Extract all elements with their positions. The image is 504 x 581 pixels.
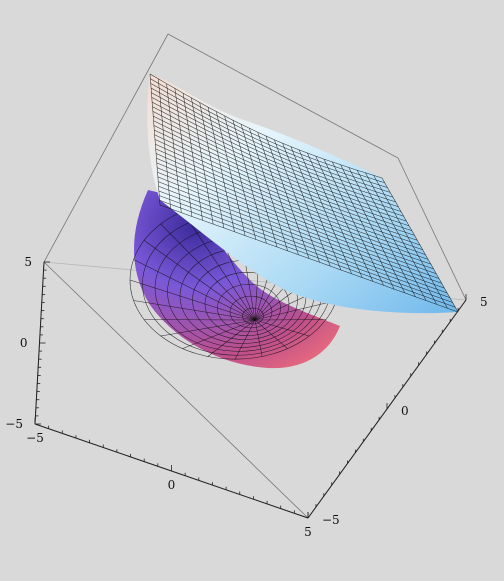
axis-left-vertical: 5 0 −5 bbox=[5, 255, 50, 431]
tick-label: 5 bbox=[24, 255, 32, 269]
tick-label: 5 bbox=[480, 295, 488, 309]
plot-area: 5 0 −5 −5 0 5 5 0 −5 bbox=[5, 33, 488, 539]
tick-label: 0 bbox=[401, 404, 409, 418]
tick-label: 0 bbox=[168, 478, 176, 492]
tick-label: −5 bbox=[5, 417, 23, 431]
tick-label: 5 bbox=[304, 525, 312, 539]
tick-label: 0 bbox=[20, 336, 28, 350]
axis-bottom-front: −5 0 5 bbox=[26, 418, 312, 539]
tick-label: −5 bbox=[26, 431, 44, 445]
tick-label: −5 bbox=[322, 513, 340, 527]
